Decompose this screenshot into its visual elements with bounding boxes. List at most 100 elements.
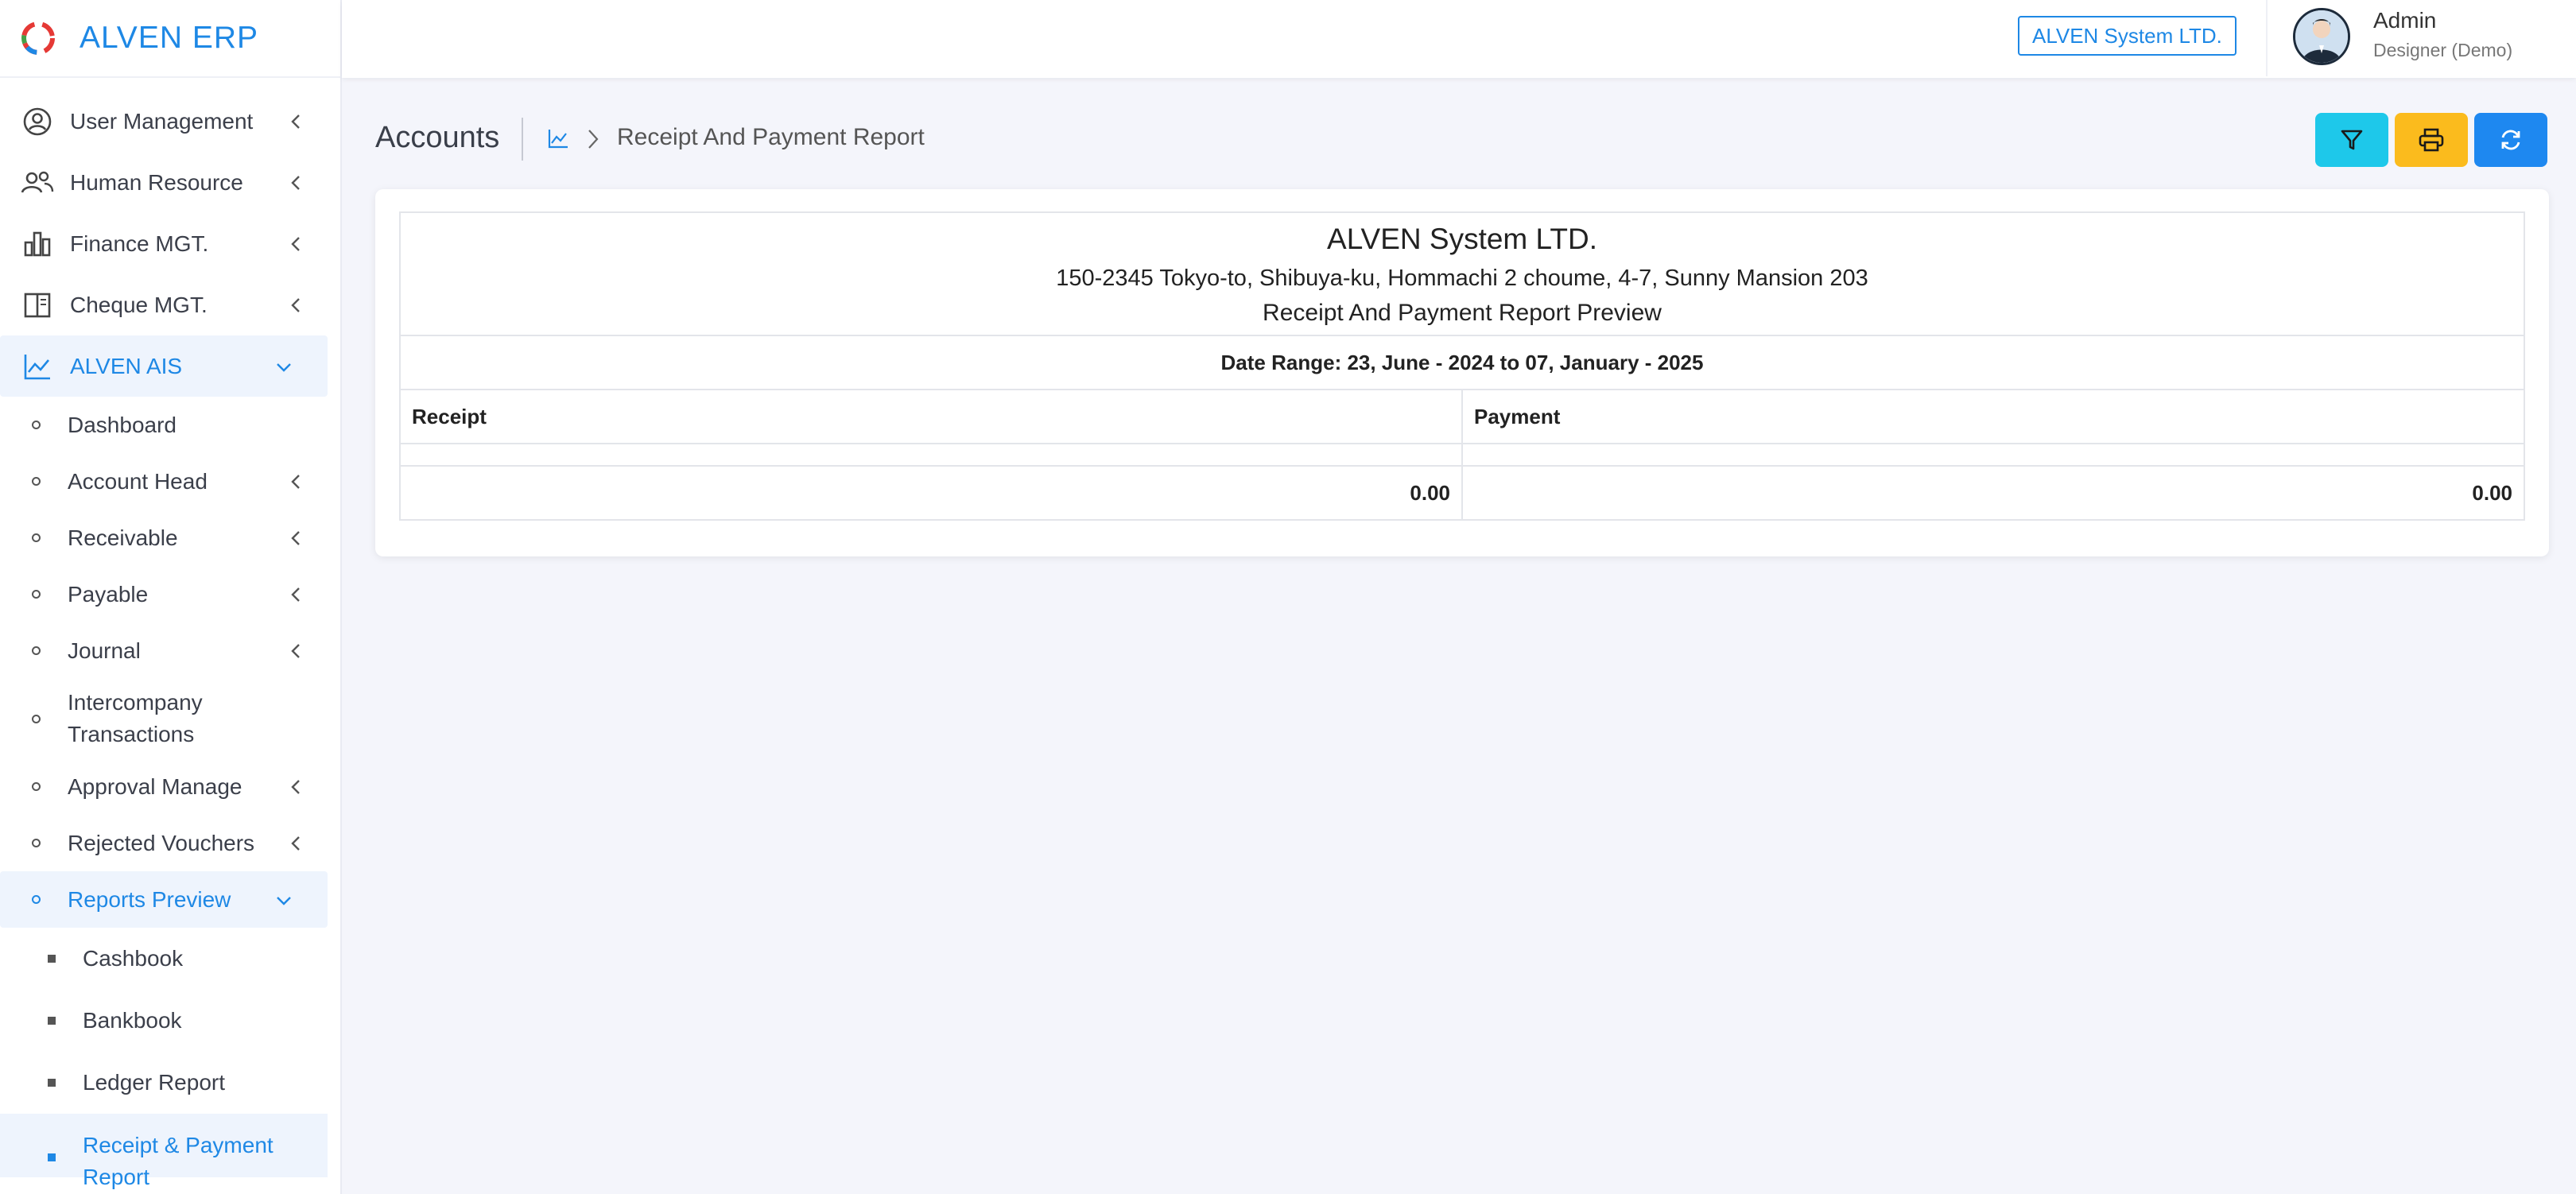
line-chart-icon[interactable]: [547, 127, 569, 149]
refresh-icon: [2501, 130, 2520, 150]
sidebar-item-label: User Management: [70, 108, 254, 134]
sidebar-subitem-label: Dashboard: [68, 412, 177, 437]
sidebar-item-label: Human Resource: [70, 169, 243, 195]
logo-icon: [21, 21, 55, 55]
table-cell-empty: [1461, 443, 2525, 467]
chevron-left-icon: [291, 779, 300, 794]
sidebar-subitem-label: Rejected Vouchers: [68, 830, 255, 855]
sidebar-subitem-account-head[interactable]: Account Head: [0, 453, 340, 510]
sidebar-report-ledger[interactable]: Ledger Report: [0, 1052, 340, 1114]
circle-bullet-icon: [32, 477, 41, 486]
sidebar-report-label: Bankbook: [83, 1008, 182, 1033]
sidebar-item-cheque-mgt[interactable]: Cheque MGT.: [0, 274, 340, 335]
circle-bullet-icon: [32, 782, 41, 791]
sidebar-report-label: Cashbook: [83, 946, 184, 971]
sidebar-subitem-label: Approval Manage: [68, 773, 242, 799]
sidebar-subitem-intercompany-transactions[interactable]: Intercompany Transactions: [0, 679, 340, 758]
chevron-left-icon: [291, 835, 300, 851]
sidebar-subitem-label: Receivable: [68, 525, 178, 550]
circle-bullet-icon: [32, 533, 41, 542]
report-card: ALVEN System LTD. 150-2345 Tokyo-to, Shi…: [375, 189, 2549, 556]
chevron-left-icon: [291, 175, 300, 190]
bar-chart-icon: [19, 226, 56, 262]
circle-bullet-icon: [32, 421, 41, 429]
sidebar-subitem-label: Journal: [68, 638, 141, 663]
top-header: ALVEN System LTD. Admin Designer (Demo): [342, 0, 2576, 78]
sidebar-subitem-rejected-vouchers[interactable]: Rejected Vouchers: [0, 815, 340, 871]
page-title: Accounts: [375, 121, 500, 154]
report-header: ALVEN System LTD. 150-2345 Tokyo-to, Shi…: [399, 211, 2525, 336]
chevron-down-icon: [277, 896, 291, 905]
column-header-payment: Payment: [1461, 389, 2525, 444]
header-divider: [2266, 0, 2268, 76]
column-header-receipt: Receipt: [399, 389, 1463, 444]
sidebar-menu: User Management Human Resource Finance M…: [0, 91, 340, 1189]
sidebar-report-receipt-payment[interactable]: Receipt & Payment Report: [0, 1114, 328, 1189]
table-cell-empty: [399, 443, 1463, 467]
sidebar-report-label: Receipt & Payment Report: [83, 1133, 274, 1189]
avatar[interactable]: [2293, 8, 2350, 65]
square-bullet-icon: [48, 1153, 56, 1161]
sidebar-subitem-label: Payable: [68, 581, 149, 607]
sidebar-report-cashbook[interactable]: Cashbook: [0, 928, 340, 990]
report-subtitle: Receipt And Payment Report Preview: [1263, 300, 1662, 326]
square-bullet-icon: [48, 1017, 56, 1025]
report-date-range: Date Range: 23, June - 2024 to 07, Janua…: [399, 335, 2525, 390]
sidebar: ALVEN ERP User Management Human Resource…: [0, 0, 342, 1194]
user-role: Designer (Demo): [2373, 40, 2513, 60]
app-title: ALVEN ERP: [80, 21, 259, 55]
chevron-left-icon: [291, 530, 300, 545]
book-icon: [19, 287, 56, 324]
printer-icon: [2419, 128, 2444, 152]
line-chart-icon: [19, 348, 56, 385]
sidebar-subitem-approval-manage[interactable]: Approval Manage: [0, 758, 340, 815]
brand[interactable]: ALVEN ERP: [0, 0, 340, 78]
sidebar-subitem-label: Account Head: [68, 468, 208, 494]
user-circle-icon: [19, 103, 56, 140]
sidebar-report-label: Ledger Report: [83, 1070, 226, 1095]
user-avatar-icon: [2295, 10, 2348, 63]
sidebar-subitem-label: Reports Preview: [68, 886, 231, 912]
sidebar-subitem-label: Intercompany Transactions: [68, 690, 203, 746]
sidebar-subitem-journal[interactable]: Journal: [0, 622, 340, 679]
title-separator: [522, 118, 523, 161]
receipt-total: 0.00: [399, 465, 1463, 521]
circle-bullet-icon: [32, 590, 41, 599]
square-bullet-icon: [48, 955, 56, 963]
chevron-left-icon: [291, 643, 300, 658]
payment-total: 0.00: [1461, 465, 2525, 521]
chevron-left-icon: [291, 236, 300, 251]
user-name[interactable]: Admin: [2373, 8, 2436, 33]
circle-bullet-icon: [32, 839, 41, 847]
sidebar-subitem-reports-preview[interactable]: Reports Preview: [0, 871, 328, 928]
sidebar-item-label: Cheque MGT.: [70, 292, 208, 317]
refresh-button[interactable]: [2474, 113, 2547, 167]
sidebar-item-label: ALVEN AIS: [70, 353, 183, 378]
print-button[interactable]: [2395, 113, 2468, 167]
sidebar-item-user-management[interactable]: User Management: [0, 91, 340, 152]
sidebar-item-finance-mgt[interactable]: Finance MGT.: [0, 213, 340, 274]
circle-bullet-icon: [32, 895, 41, 904]
chevron-left-icon: [291, 297, 300, 312]
sidebar-item-alven-ais[interactable]: ALVEN AIS: [0, 335, 328, 397]
report-table: ALVEN System LTD. 150-2345 Tokyo-to, Shi…: [399, 211, 2525, 521]
sidebar-item-label: Finance MGT.: [70, 231, 209, 256]
chevron-left-icon: [291, 587, 300, 602]
chevron-right-icon: [588, 130, 599, 149]
sidebar-item-human-resource[interactable]: Human Resource: [0, 152, 340, 213]
sidebar-subitem-receivable[interactable]: Receivable: [0, 510, 340, 566]
square-bullet-icon: [48, 1079, 56, 1087]
chevron-left-icon: [291, 114, 300, 129]
users-icon: [19, 165, 56, 201]
sidebar-report-bankbook[interactable]: Bankbook: [0, 990, 340, 1052]
circle-bullet-icon: [32, 646, 41, 655]
sidebar-subitem-dashboard[interactable]: Dashboard: [0, 397, 340, 453]
filter-button[interactable]: [2315, 113, 2388, 167]
sidebar-subitem-payable[interactable]: Payable: [0, 566, 340, 622]
filter-icon: [2341, 130, 2363, 150]
breadcrumb: Receipt And Payment Report: [617, 124, 925, 150]
chevron-down-icon: [277, 362, 291, 372]
circle-bullet-icon: [32, 714, 41, 723]
report-company-name: ALVEN System LTD.: [1327, 223, 1597, 255]
company-badge[interactable]: ALVEN System LTD.: [2018, 16, 2237, 56]
